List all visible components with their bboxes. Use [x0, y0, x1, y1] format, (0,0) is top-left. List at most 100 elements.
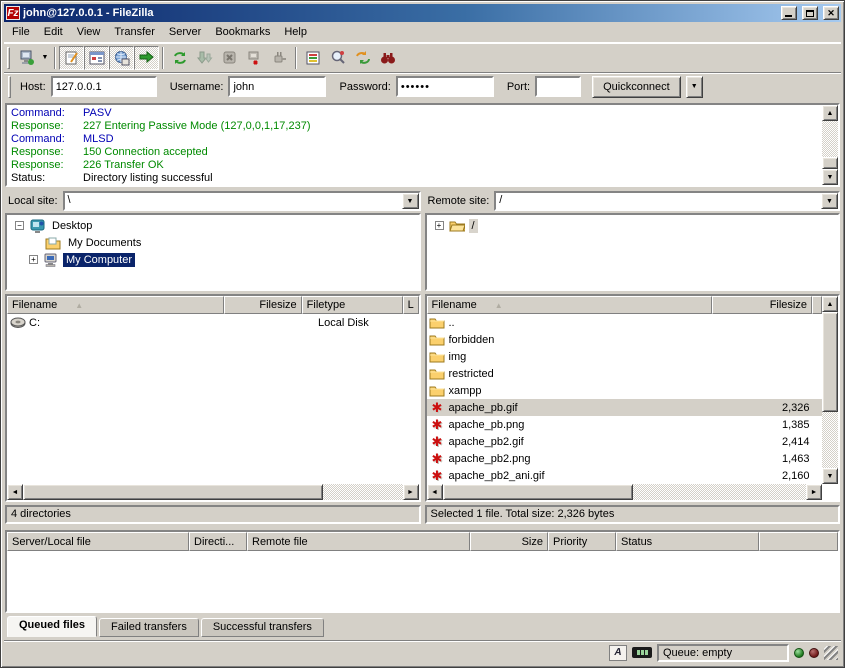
- file-row[interactable]: restricted: [427, 365, 823, 382]
- tree-label[interactable]: Desktop: [49, 219, 95, 233]
- tab-successful-transfers[interactable]: Successful transfers: [201, 618, 324, 637]
- window-resize-grip[interactable]: [824, 646, 838, 660]
- file-row[interactable]: img: [427, 348, 823, 365]
- local-horizontal-scrollbar[interactable]: ◄ ►: [7, 484, 419, 500]
- scroll-thumb[interactable]: [822, 157, 838, 169]
- local-site-value[interactable]: \: [65, 193, 402, 209]
- menu-view[interactable]: View: [70, 23, 108, 41]
- menu-transfer[interactable]: Transfer: [107, 23, 162, 41]
- site-manager-dropdown[interactable]: ▼: [39, 46, 51, 70]
- file-row[interactable]: xampp: [427, 382, 823, 399]
- port-input[interactable]: [535, 76, 581, 97]
- scroll-thumb[interactable]: [822, 312, 838, 412]
- column-size[interactable]: Size: [470, 532, 548, 551]
- remote-site-dropdown[interactable]: ▼: [821, 193, 838, 209]
- scroll-track[interactable]: [323, 484, 403, 500]
- toggle-remote-tree-button[interactable]: [109, 46, 134, 70]
- quickconnect-dropdown[interactable]: ▼: [686, 76, 703, 98]
- column-filename[interactable]: Filename▲: [7, 296, 224, 314]
- close-button[interactable]: ✕: [823, 6, 839, 20]
- transfer-type-ascii-icon[interactable]: A: [609, 645, 627, 661]
- scroll-track[interactable]: [822, 121, 838, 157]
- username-input[interactable]: [228, 76, 326, 97]
- expand-icon[interactable]: +: [435, 221, 444, 230]
- password-input[interactable]: [396, 76, 494, 97]
- reconnect-button[interactable]: [267, 46, 292, 70]
- column-server-local-file[interactable]: Server/Local file: [7, 532, 189, 551]
- toolbar-grip[interactable]: [7, 47, 10, 69]
- collapse-icon[interactable]: −: [15, 221, 24, 230]
- maximize-button[interactable]: [802, 6, 818, 20]
- remote-vertical-scrollbar[interactable]: ▲ ▼: [822, 296, 838, 484]
- file-row[interactable]: ✱apache_pb2.gif2,414: [427, 433, 823, 450]
- scroll-left-button[interactable]: ◄: [427, 484, 443, 500]
- column-status[interactable]: Status: [616, 532, 759, 551]
- file-row[interactable]: ✱apache_pb2.png1,463: [427, 450, 823, 467]
- toggle-local-tree-button[interactable]: [84, 46, 109, 70]
- refresh-button[interactable]: [167, 46, 192, 70]
- log-scrollbar[interactable]: ▲ ▼: [822, 105, 838, 185]
- toggle-message-log-button[interactable]: [59, 46, 84, 70]
- remote-site-value[interactable]: /: [496, 193, 821, 209]
- quickconnect-button[interactable]: Quickconnect: [592, 76, 681, 98]
- file-row[interactable]: forbidden: [427, 331, 823, 348]
- scroll-thumb[interactable]: [23, 484, 323, 500]
- scroll-down-button[interactable]: ▼: [822, 169, 838, 185]
- file-row[interactable]: ..: [427, 314, 823, 331]
- remote-site-combobox[interactable]: / ▼: [494, 191, 840, 211]
- minimize-button[interactable]: [781, 6, 797, 20]
- disconnect-button[interactable]: [242, 46, 267, 70]
- column-filename[interactable]: Filename▲: [427, 296, 712, 314]
- process-queue-button[interactable]: [192, 46, 217, 70]
- expand-icon[interactable]: +: [29, 255, 38, 264]
- column-priority[interactable]: Priority: [548, 532, 616, 551]
- synchronized-browsing-button[interactable]: [350, 46, 375, 70]
- tree-item-desktop[interactable]: − Desktop: [7, 217, 419, 234]
- scroll-right-button[interactable]: ►: [806, 484, 822, 500]
- column-last-modified[interactable]: L: [403, 296, 419, 314]
- menu-help[interactable]: Help: [277, 23, 314, 41]
- menu-file[interactable]: File: [5, 23, 37, 41]
- cancel-button[interactable]: [217, 46, 242, 70]
- file-row[interactable]: ✱apache_pb2_ani.gif2,160: [427, 467, 823, 484]
- quickconnect-grip[interactable]: [8, 76, 11, 98]
- toggle-queue-button[interactable]: [134, 46, 159, 70]
- local-site-dropdown[interactable]: ▼: [402, 193, 419, 209]
- tree-item-root[interactable]: + /: [427, 217, 839, 234]
- file-row-selected[interactable]: ✱apache_pb.gif2,326: [427, 399, 823, 416]
- scroll-right-button[interactable]: ►: [403, 484, 419, 500]
- menu-server[interactable]: Server: [162, 23, 208, 41]
- directory-comparison-button[interactable]: [325, 46, 350, 70]
- file-row[interactable]: ✱apache_pb.png1,385: [427, 416, 823, 433]
- menu-bookmarks[interactable]: Bookmarks: [208, 23, 277, 41]
- speed-limits-icon[interactable]: [632, 647, 652, 658]
- tree-label[interactable]: My Documents: [65, 236, 144, 250]
- scroll-thumb[interactable]: [443, 484, 633, 500]
- column-filesize[interactable]: Filesize: [224, 296, 302, 314]
- scroll-up-button[interactable]: ▲: [822, 296, 838, 312]
- tree-item-my-computer[interactable]: + My Computer: [7, 251, 419, 268]
- find-files-button[interactable]: [375, 46, 400, 70]
- column-direction[interactable]: Directi...: [189, 532, 247, 551]
- column-filetype[interactable]: Filetype: [302, 296, 403, 314]
- menu-edit[interactable]: Edit: [37, 23, 70, 41]
- tree-label-selected[interactable]: My Computer: [63, 253, 135, 267]
- filter-button[interactable]: [300, 46, 325, 70]
- site-manager-button[interactable]: [14, 46, 39, 70]
- local-site-combobox[interactable]: \ ▼: [63, 191, 421, 211]
- scroll-up-button[interactable]: ▲: [822, 105, 838, 121]
- remote-file-list: Filename▲ Filesize .. forbidden img rest…: [425, 294, 841, 502]
- tab-queued-files[interactable]: Queued files: [7, 616, 97, 637]
- tree-label[interactable]: /: [469, 219, 478, 233]
- remote-horizontal-scrollbar[interactable]: ◄ ►: [427, 484, 823, 500]
- column-filesize[interactable]: Filesize: [712, 296, 812, 314]
- column-remote-file[interactable]: Remote file: [247, 532, 470, 551]
- scroll-track[interactable]: [822, 412, 838, 468]
- scroll-track[interactable]: [633, 484, 807, 500]
- scroll-down-button[interactable]: ▼: [822, 468, 838, 484]
- tree-item-my-documents[interactable]: My Documents: [7, 234, 419, 251]
- host-input[interactable]: [51, 76, 157, 97]
- tab-failed-transfers[interactable]: Failed transfers: [99, 618, 199, 637]
- file-row-drive-c[interactable]: C: Local Disk: [7, 314, 419, 331]
- scroll-left-button[interactable]: ◄: [7, 484, 23, 500]
